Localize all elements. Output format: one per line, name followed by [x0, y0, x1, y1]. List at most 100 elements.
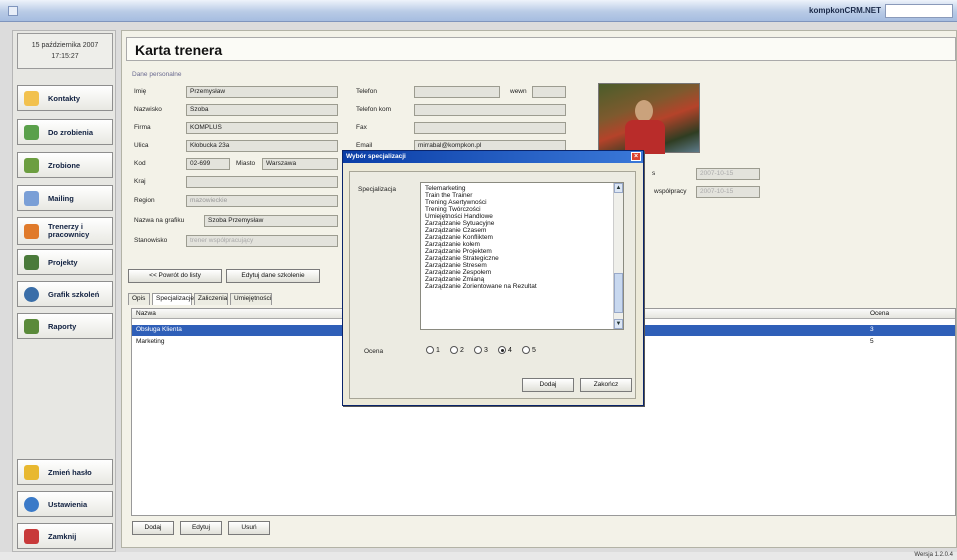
dialog-title: Wybór specjalizacji — [346, 153, 406, 160]
select-stanowisko[interactable]: trener współpracujący — [186, 235, 338, 247]
sidebar: 15 października 2007 17:15:27 Kontakty D… — [12, 30, 116, 552]
tab-specjalizacje[interactable]: Specjalizacje — [152, 293, 194, 305]
current-date: 15 października 2007 — [31, 42, 99, 49]
top-search-input[interactable] — [885, 4, 953, 18]
label-ocena: Ocena — [364, 348, 384, 355]
list-item[interactable]: Telemarketing — [425, 185, 465, 192]
list-item[interactable]: Zarządzanie Zorientowane na Rezultat — [425, 283, 537, 290]
list-item[interactable]: Trening Twórczości — [425, 206, 481, 213]
edit-button[interactable]: Edytuj — [180, 521, 222, 535]
column-header-nazwa[interactable]: Nazwa — [136, 310, 156, 317]
field-telefon[interactable] — [414, 86, 500, 98]
sidebar-item-kontakty[interactable]: Kontakty — [17, 85, 113, 111]
todo-icon — [24, 124, 39, 140]
field-nazwa-grafik[interactable]: Szoba Przemysław — [204, 215, 338, 227]
label-telefon-kom: Telefon kom — [356, 106, 392, 113]
field-fax[interactable] — [414, 122, 566, 134]
label-specjalizacja: Specjalizacja — [358, 186, 396, 193]
select-region[interactable]: mazowieckie — [186, 195, 338, 207]
date-field-2[interactable]: 2007-10-15 — [696, 186, 760, 198]
sidebar-item-projekty[interactable]: Projekty — [17, 249, 113, 275]
scroll-down-icon[interactable]: ▼ — [614, 319, 623, 329]
field-telefon-kom[interactable] — [414, 104, 566, 116]
cell-score: 3 — [870, 326, 874, 333]
list-item[interactable]: Zarządzanie kołem — [425, 241, 480, 248]
listbox-scrollbar[interactable]: ▲ ▼ — [613, 183, 623, 329]
field-miasto[interactable]: Warszawa — [262, 158, 338, 170]
tab-umiejetnosci[interactable]: Umiejętności — [230, 293, 272, 305]
close-app-icon — [24, 528, 39, 544]
tab-opis[interactable]: Opis — [128, 293, 150, 305]
rating-radio-5[interactable]: 5 — [522, 346, 536, 354]
sidebar-item-zrobione[interactable]: Zrobione — [17, 152, 113, 178]
back-to-list-button[interactable]: << Powrót do listy — [128, 269, 222, 283]
done-icon — [24, 157, 39, 173]
list-item[interactable]: Zarządzanie Konfliktem — [425, 234, 493, 241]
edit-training-button[interactable]: Edytuj dane szkolenie — [226, 269, 320, 283]
contacts-icon — [24, 90, 39, 106]
field-kraj[interactable] — [186, 176, 338, 188]
tab-zaliczenia[interactable]: Zaliczenia — [194, 293, 228, 305]
section-label: Dane personalne — [132, 71, 182, 78]
column-header-ocena[interactable]: Ocena — [870, 310, 889, 317]
sidebar-item-raporty[interactable]: Raporty — [17, 313, 113, 339]
app-brand: kompkonCRM.NET — [809, 6, 881, 15]
list-item[interactable]: Zarządzanie Sytuacyjne — [425, 220, 494, 227]
dialog-title-bar: Wybór specjalizacji × — [343, 151, 643, 163]
list-item[interactable]: Train the Trainer — [425, 192, 472, 199]
field-wewn[interactable] — [532, 86, 566, 98]
sidebar-item-zamknij[interactable]: Zamknij — [17, 523, 113, 549]
list-item[interactable]: Umiejętności Handlowe — [425, 213, 493, 220]
rating-radio-2[interactable]: 2 — [450, 346, 464, 354]
projects-icon — [24, 254, 39, 270]
list-item[interactable]: Zarządzanie Zmianą — [425, 276, 484, 283]
list-item[interactable]: Zarządzanie Zespołem — [425, 269, 491, 276]
cell-score: 5 — [870, 338, 874, 345]
radio-icon — [474, 346, 482, 354]
field-ulica[interactable]: Kłobucka 23a — [186, 140, 338, 152]
label-region: Region — [134, 197, 155, 204]
cell-name: Marketing — [136, 338, 165, 345]
key-icon — [24, 464, 39, 480]
dialog-finish-button[interactable]: Zakończ — [580, 378, 632, 392]
app-menu-icon[interactable] — [8, 6, 18, 16]
rating-radio-3[interactable]: 3 — [474, 346, 488, 354]
sidebar-item-zmien-haslo[interactable]: Zmień hasło — [17, 459, 113, 485]
close-icon[interactable]: × — [631, 152, 641, 161]
label-nazwa-grafik: Nazwa na grafiku — [134, 217, 185, 224]
radio-label: 4 — [508, 346, 512, 354]
sidebar-item-do-zrobienia[interactable]: Do zrobienia — [17, 119, 113, 145]
list-item[interactable]: Zarządzanie Czasem — [425, 227, 486, 234]
scroll-thumb[interactable] — [614, 273, 623, 313]
radio-icon — [522, 346, 530, 354]
sidebar-item-label: Kontakty — [48, 93, 81, 103]
delete-button[interactable]: Usuń — [228, 521, 270, 535]
trainer-photo — [598, 83, 700, 154]
list-item[interactable]: Trening Asertywności — [425, 199, 487, 206]
sidebar-item-label: Mailing — [48, 193, 74, 203]
sidebar-item-ustawienia[interactable]: Ustawienia — [17, 491, 113, 517]
rating-radio-1[interactable]: 1 — [426, 346, 440, 354]
list-item[interactable]: Zarządzanie Projektem — [425, 248, 492, 255]
field-kod[interactable]: 02-699 — [186, 158, 230, 170]
trainers-icon — [24, 223, 39, 239]
scroll-up-icon[interactable]: ▲ — [614, 183, 623, 193]
specialization-listbox[interactable]: Telemarketing Train the Trainer Trening … — [420, 182, 624, 330]
sidebar-item-label: Zamknij — [48, 531, 77, 541]
dialog-add-button[interactable]: Dodaj — [522, 378, 574, 392]
list-item[interactable]: Zarządzanie Strategiczne — [425, 255, 499, 262]
field-imie[interactable]: Przemysław — [186, 86, 338, 98]
field-firma[interactable]: KOMPLUS — [186, 122, 338, 134]
label-wewn: wewn — [510, 88, 527, 95]
sidebar-item-label: Trenerzy i pracownicy — [48, 222, 90, 239]
sidebar-item-mailing[interactable]: Mailing — [17, 185, 113, 211]
sidebar-item-trenerzy[interactable]: Trenerzy i pracownicy — [17, 217, 113, 245]
current-time: 17:15:27 — [51, 53, 79, 60]
field-nazwisko[interactable]: Szoba — [186, 104, 338, 116]
add-button[interactable]: Dodaj — [132, 521, 174, 535]
rating-radio-4[interactable]: 4 — [498, 346, 512, 354]
sidebar-item-grafik[interactable]: Grafik szkoleń — [17, 281, 113, 307]
list-item[interactable]: Zarządzanie Stresem — [425, 262, 487, 269]
cell-name: Obsługa Klienta — [136, 326, 182, 333]
date-field-1[interactable]: 2007-10-15 — [696, 168, 760, 180]
